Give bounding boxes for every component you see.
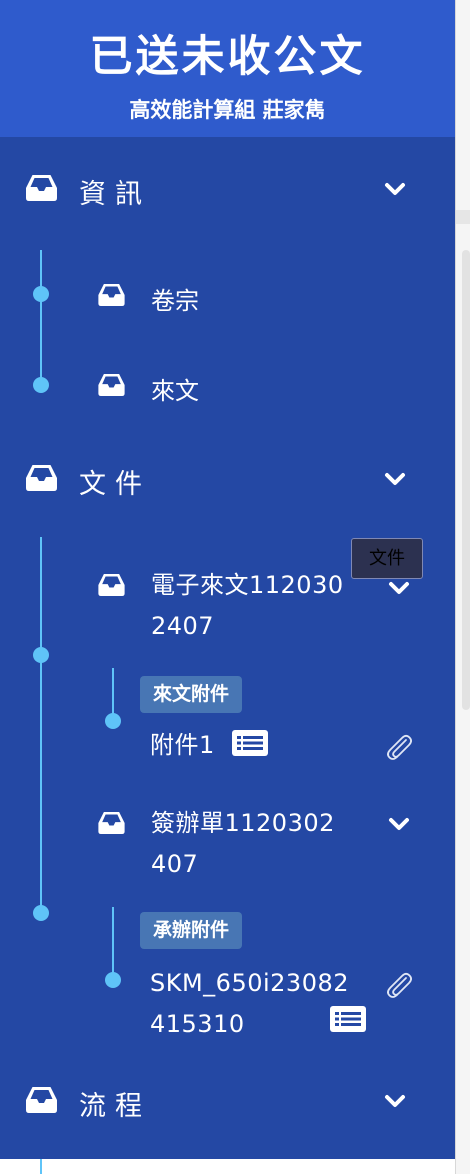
nav-item-label: 來文 (151, 377, 199, 405)
document-title-cont: 407 (151, 850, 199, 878)
tree-node-dot (33, 905, 49, 921)
group-header-documents[interactable]: 文件 (0, 450, 455, 512)
user-subtitle: 高效能計算組 莊家雋 (129, 98, 326, 122)
attachment-connector (112, 907, 114, 982)
document-title: 電子來文112030 (151, 571, 344, 599)
nav-item-incoming[interactable]: 來文 (90, 362, 420, 412)
inbox-tray-icon (98, 574, 125, 596)
attachment-name: 附件1 (150, 731, 215, 759)
group-header-workflow[interactable]: 流程 (0, 1072, 455, 1134)
nav-item-folder[interactable]: 卷宗 (90, 272, 420, 322)
nav-item-label: 卷宗 (151, 287, 199, 315)
document-title-cont: 2407 (151, 612, 215, 640)
document-title: 簽辦單1120302 (151, 809, 335, 837)
inbox-tray-icon (26, 175, 57, 201)
page-edge-mark (456, 210, 470, 224)
inbox-tray-icon (26, 465, 57, 491)
page-title: 已送未收公文 (89, 32, 366, 82)
attachment-node-dot (105, 713, 121, 729)
chevron-down-icon[interactable] (384, 472, 406, 488)
page-scrollbar-thumb[interactable] (462, 250, 470, 710)
tree-node-dot (33, 377, 49, 393)
tree-node-dot (33, 647, 49, 663)
attachment-item[interactable]: SKM_650i23082 415310 (140, 962, 430, 1044)
paperclip-icon[interactable] (384, 970, 414, 1000)
tree-connector (40, 537, 42, 915)
attachment-category-tag: 承辦附件 (140, 912, 243, 949)
page-bottom (0, 1159, 455, 1174)
chevron-down-icon[interactable] (388, 817, 410, 833)
document-item[interactable]: 簽辦單1120302 407 (90, 800, 430, 888)
tree-node-dot (33, 286, 49, 302)
inbox-tray-icon (26, 1087, 57, 1113)
sidebar-header: 已送未收公文 高效能計算組 莊家雋 (0, 0, 455, 137)
group-label-documents: 文件 (79, 469, 151, 500)
list-icon[interactable] (232, 730, 268, 756)
tooltip-documents: 文件 (351, 538, 423, 579)
group-header-info[interactable]: 資訊 (0, 160, 455, 222)
chevron-down-icon[interactable] (388, 581, 410, 597)
tree-connector (40, 1159, 42, 1174)
group-label-workflow: 流程 (79, 1091, 151, 1122)
attachment-name: SKM_650i23082 (150, 969, 350, 997)
inbox-tray-icon (98, 374, 125, 396)
inbox-tray-icon (98, 284, 125, 306)
attachment-name-cont: 415310 (150, 1010, 245, 1038)
list-icon[interactable] (330, 1006, 366, 1032)
chevron-down-icon[interactable] (384, 182, 406, 198)
attachment-category-tag: 來文附件 (140, 676, 243, 713)
paperclip-icon[interactable] (384, 732, 414, 762)
group-label-info: 資訊 (79, 179, 151, 210)
attachment-item[interactable]: 附件1 (140, 722, 420, 768)
sidebar: 已送未收公文 高效能計算組 莊家雋 資訊 卷宗 來文 文件 電子來文112030… (0, 0, 455, 1159)
chevron-down-icon[interactable] (384, 1094, 406, 1110)
attachment-node-dot (105, 972, 121, 988)
inbox-tray-icon (98, 812, 125, 834)
tree-connector (40, 250, 42, 385)
